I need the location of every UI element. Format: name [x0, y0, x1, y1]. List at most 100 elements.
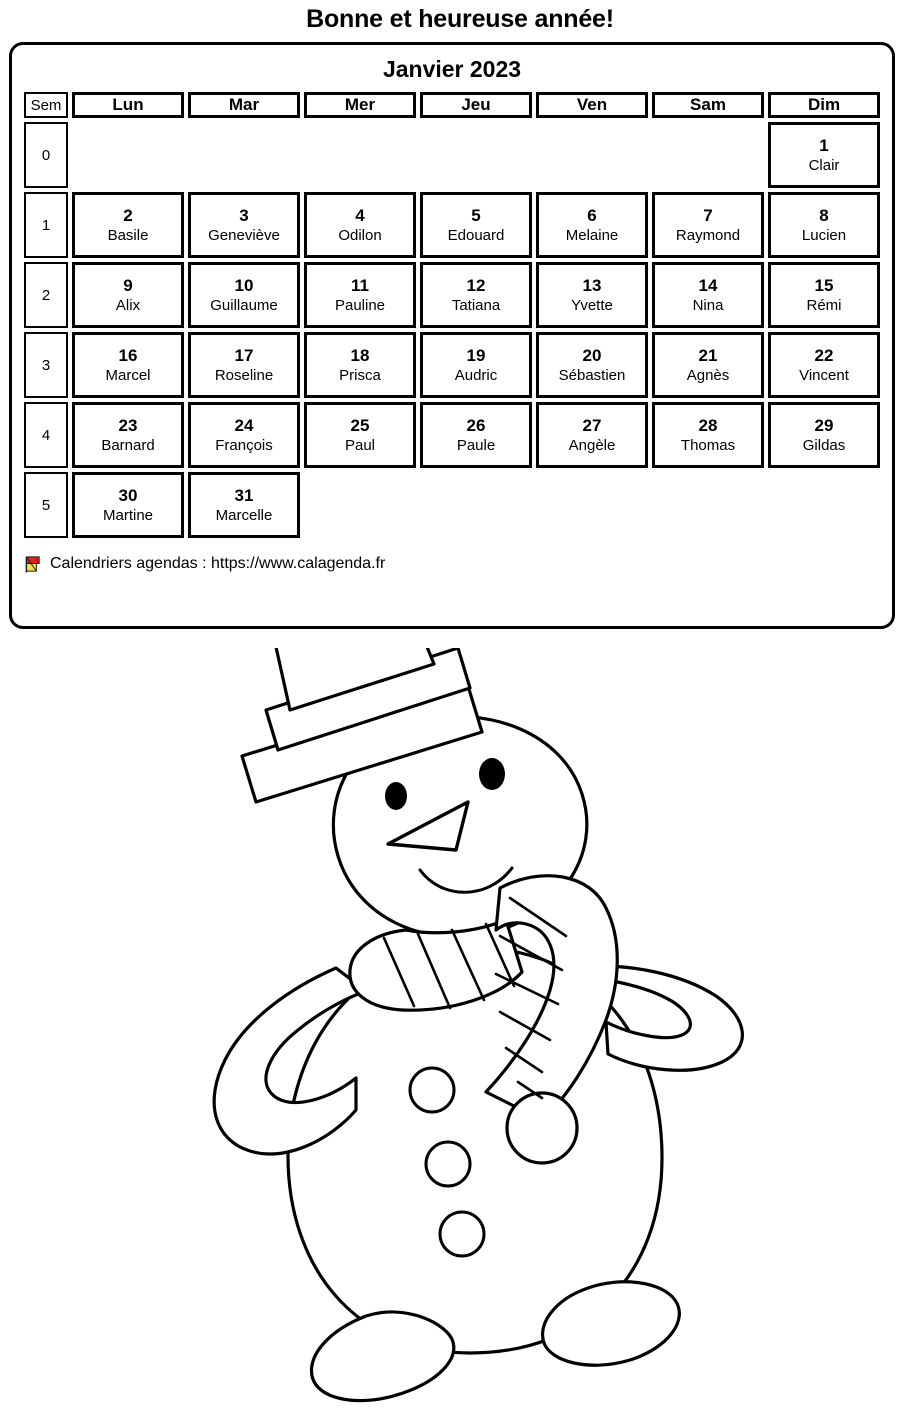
day-saint-name: Odilon [338, 227, 382, 245]
day-saint-name: Sébastien [558, 367, 626, 385]
day-saint-name: Barnard [101, 437, 155, 455]
day-cell[interactable]: 23 Barnard [72, 402, 184, 469]
day-saint-name: Melaine [565, 227, 619, 245]
day-saint-name: Nina [692, 297, 724, 315]
day-saint-name: Clair [808, 157, 840, 175]
day-number: 30 [118, 485, 138, 505]
page-title: Bonne et heureuse année! [306, 5, 614, 33]
calendar-table: Sem Lun Mar Mer Jeu Ven Sam Dim 0 1 Clair 1… [20, 88, 884, 542]
day-cell[interactable]: 1 Clair [768, 122, 880, 189]
day-cell-empty [536, 122, 648, 188]
day-cell-empty [536, 472, 648, 538]
day-cell[interactable]: 14 Nina [652, 262, 764, 329]
header-day-wed: Mer [304, 92, 416, 119]
day-cell[interactable]: 6 Melaine [536, 192, 648, 259]
calendar-header-row: Sem Lun Mar Mer Jeu Ven Sam Dim [24, 92, 880, 119]
day-cell[interactable]: 29 Gildas [768, 402, 880, 469]
header-day-sun: Dim [768, 92, 880, 119]
day-cell[interactable]: 17 Roseline [188, 332, 300, 399]
day-cell[interactable]: 22 Vincent [768, 332, 880, 399]
snowman-button-2 [424, 1140, 472, 1188]
day-cell[interactable]: 2 Basile [72, 192, 184, 259]
day-cell-empty [72, 122, 184, 188]
day-cell[interactable]: 31 Marcelle [188, 472, 300, 539]
day-cell[interactable]: 7 Raymond [652, 192, 764, 259]
day-saint-name: Paul [344, 437, 376, 455]
day-cell[interactable]: 28 Thomas [652, 402, 764, 469]
snowman-eye-left [385, 782, 407, 810]
day-number: 23 [118, 415, 138, 435]
day-cell[interactable]: 20 Sébastien [536, 332, 648, 399]
day-cell-empty [420, 122, 532, 188]
day-cell[interactable]: 27 Angèle [536, 402, 648, 469]
day-saint-name: Rémi [806, 297, 842, 315]
header-day-mon: Lun [72, 92, 184, 119]
day-cell[interactable]: 10 Guillaume [188, 262, 300, 329]
day-saint-name: Geneviève [208, 227, 280, 245]
day-cell[interactable]: 13 Yvette [536, 262, 648, 329]
day-number: 15 [814, 275, 834, 295]
day-saint-name: Vincent [799, 367, 849, 385]
calendar-week-row: 4 23 Barnard 24 François 25 Paul 26 Paule 27 Angèl… [24, 402, 880, 469]
day-cell-empty [304, 472, 416, 538]
day-number: 17 [234, 345, 254, 365]
day-cell[interactable]: 24 François [188, 402, 300, 469]
day-cell-empty [304, 122, 416, 188]
day-cell-empty [652, 122, 764, 188]
day-saint-name: Thomas [680, 437, 736, 455]
day-cell[interactable]: 19 Audric [420, 332, 532, 399]
day-saint-name: Angèle [568, 437, 616, 455]
day-number: 29 [814, 415, 834, 435]
day-number: 11 [351, 275, 369, 295]
day-number: 28 [698, 415, 718, 435]
header-week-number: Sem [24, 92, 68, 119]
day-saint-name: Prisca [339, 367, 381, 385]
day-cell[interactable]: 15 Rémi [768, 262, 880, 329]
snowman-scarf-pom [505, 1091, 579, 1165]
week-number-cell: 5 [24, 472, 68, 539]
day-number: 22 [814, 345, 834, 365]
day-number: 4 [355, 205, 365, 225]
day-saint-name: François [215, 437, 273, 455]
day-cell-empty [420, 472, 532, 538]
day-saint-name: Lucien [801, 227, 847, 245]
day-cell[interactable]: 21 Agnès [652, 332, 764, 399]
day-cell[interactable]: 30 Martine [72, 472, 184, 539]
day-cell[interactable]: 9 Alix [72, 262, 184, 329]
day-cell[interactable]: 8 Lucien [768, 192, 880, 259]
calendar-week-row: 5 30 Martine 31 Marcelle [24, 472, 880, 539]
day-cell[interactable]: 5 Edouard [420, 192, 532, 259]
day-number: 6 [587, 205, 597, 225]
day-cell-empty [652, 472, 764, 538]
calagenda-flag-logo-icon [25, 556, 40, 573]
calendar-footer-text[interactable]: Calendriers agendas : https://www.calage… [50, 556, 385, 572]
day-saint-name: Agnès [686, 367, 730, 385]
day-cell[interactable]: 11 Pauline [304, 262, 416, 329]
snowman-button-1 [408, 1066, 456, 1114]
day-saint-name: Alix [115, 297, 141, 315]
day-cell[interactable]: 25 Paul [304, 402, 416, 469]
day-number: 26 [466, 415, 486, 435]
day-saint-name: Pauline [334, 297, 386, 315]
day-cell[interactable]: 26 Paule [420, 402, 532, 469]
day-cell[interactable]: 4 Odilon [304, 192, 416, 259]
day-number: 25 [350, 415, 370, 435]
day-number: 2 [123, 205, 133, 225]
day-number: 12 [466, 275, 486, 295]
day-cell[interactable]: 16 Marcel [72, 332, 184, 399]
day-number: 7 [703, 205, 713, 225]
week-number-cell: 1 [24, 192, 68, 259]
header-day-fri: Ven [536, 92, 648, 119]
day-saint-name: Tatiana [451, 297, 501, 315]
day-cell[interactable]: 18 Prisca [304, 332, 416, 399]
header-day-sat: Sam [652, 92, 764, 119]
day-number: 24 [234, 415, 254, 435]
snowman-illustration [0, 648, 920, 1424]
day-cell[interactable]: 3 Geneviève [188, 192, 300, 259]
day-number: 10 [234, 275, 254, 295]
day-number: 20 [582, 345, 602, 365]
calendar-week-row: 1 2 Basile 3 Geneviève 4 Odilon 5 Edouard 6 Melain… [24, 192, 880, 259]
day-number: 18 [350, 345, 370, 365]
week-number-cell: 2 [24, 262, 68, 329]
day-cell[interactable]: 12 Tatiana [420, 262, 532, 329]
